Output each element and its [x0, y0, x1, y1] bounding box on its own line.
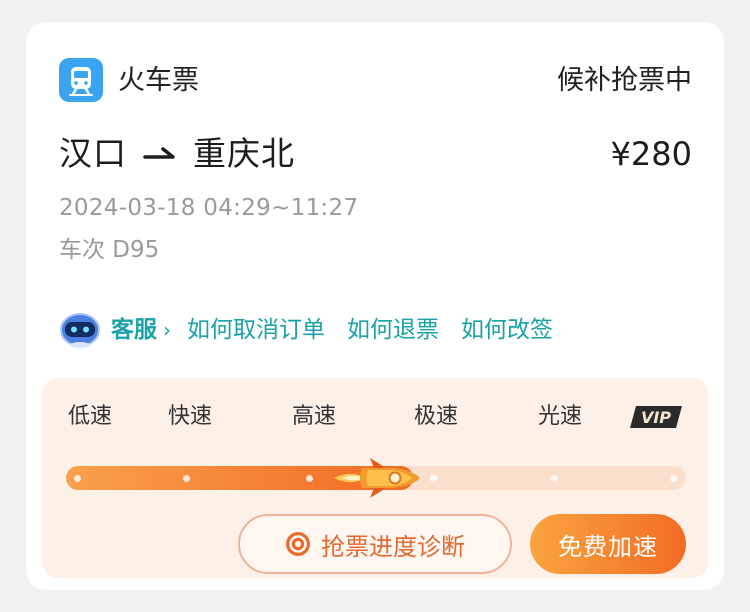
refund-help-link[interactable]: 如何退票: [347, 314, 439, 346]
vip-badge: VIP: [630, 406, 682, 428]
ticket-card[interactable]: 火车票 候补抢票中 汉口 重庆北 ¥280 2024-03-18 04:29~1…: [26, 22, 724, 590]
speed-level-high: 高速: [292, 404, 337, 429]
help-links: 客服 › 如何取消订单 如何退票 如何改签: [59, 310, 575, 350]
cancel-order-help-link[interactable]: 如何取消订单: [187, 314, 325, 346]
travel-datetime: 2024-03-18 04:29~11:27: [59, 195, 359, 221]
speed-level-low: 低速: [68, 404, 113, 429]
app-name: 火车票: [118, 65, 199, 96]
speed-level-light: 光速: [538, 404, 583, 429]
train-icon: [59, 58, 103, 102]
train-number: 车次 D95: [59, 237, 160, 263]
vip-label: VIP: [641, 408, 671, 427]
speed-level-fast: 快速: [168, 404, 213, 429]
progress-dot: [306, 475, 313, 482]
progress-dot: [670, 475, 677, 482]
arrow-right-icon: [135, 132, 185, 176]
route: 汉口 重庆北: [59, 132, 295, 176]
progress-dot: [183, 475, 190, 482]
customer-service-link[interactable]: 客服: [111, 314, 157, 346]
free-boost-button[interactable]: 免费加速: [530, 514, 686, 574]
progress-dot: [551, 475, 558, 482]
status-label: 候补抢票中: [557, 65, 692, 96]
speed-level-extreme: 极速: [414, 404, 459, 429]
departure-station: 汉口: [59, 134, 127, 173]
ticket-price: ¥280: [610, 135, 692, 173]
ticket-coin-icon: [286, 532, 310, 556]
robot-assistant-icon[interactable]: [59, 310, 101, 350]
free-boost-label: 免费加速: [558, 532, 658, 561]
progress-dot: [430, 475, 437, 482]
progress-dot: [74, 475, 81, 482]
rocket-icon: [334, 458, 420, 498]
chevron-right-icon: ›: [163, 318, 171, 342]
arrival-station: 重庆北: [193, 134, 295, 173]
diagnose-progress-button[interactable]: 抢票进度诊断: [238, 514, 512, 574]
change-ticket-help-link[interactable]: 如何改签: [461, 314, 553, 346]
diagnose-progress-label: 抢票进度诊断: [321, 532, 465, 561]
speed-panel: 低速 快速 高速 极速 光速 VIP 抢票进度诊断 免费加速: [42, 378, 708, 578]
